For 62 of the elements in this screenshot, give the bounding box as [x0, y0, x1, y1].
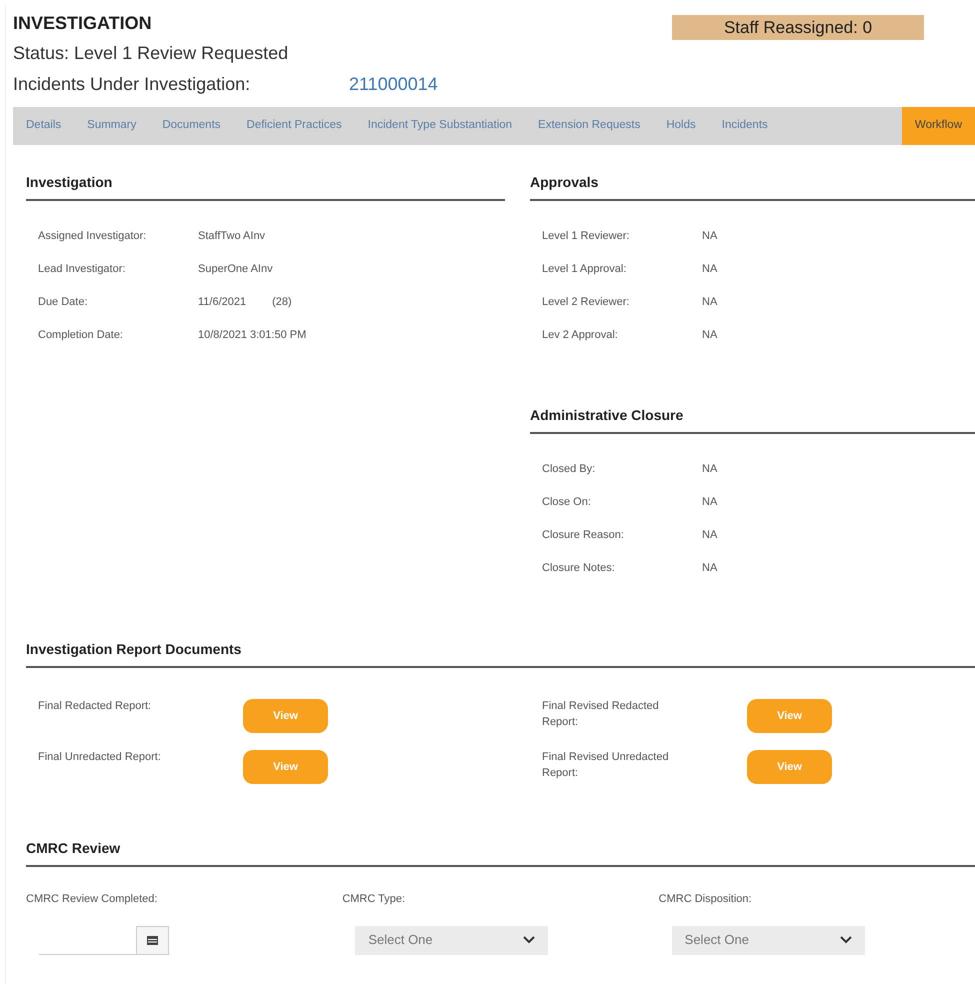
calendar-button[interactable]: [136, 926, 169, 954]
date-field[interactable]: [39, 926, 169, 954]
tab[interactable]: Incident Type Substantiation: [354, 107, 526, 145]
view-button[interactable]: View: [747, 750, 832, 784]
field-label: Completion Date:: [38, 328, 124, 343]
tab[interactable]: Holds: [653, 107, 709, 145]
field-value: StaffTwo AInv: [198, 228, 266, 244]
field-value: NA: [702, 294, 718, 310]
field-value: 11/6/2021: [198, 294, 246, 310]
report-label: Final Redacted Report:: [38, 699, 152, 714]
field-label: Lead Investigator:: [38, 262, 126, 277]
field-label: Level 1 Approval:: [542, 262, 628, 277]
view-button[interactable]: View: [243, 750, 328, 784]
section-title: Approvals: [530, 174, 598, 190]
field-label: Close On:: [542, 494, 592, 510]
field-value: NA: [702, 560, 718, 576]
field-label: Closed By:: [542, 462, 596, 477]
tab[interactable]: Incidents: [708, 107, 781, 145]
section-title: Investigation: [26, 174, 112, 190]
field-value: NA: [702, 494, 718, 510]
view-button[interactable]: View: [747, 699, 832, 733]
status-text: Status: Level 1 Review Requested: [13, 42, 290, 64]
field-value: NA: [702, 228, 718, 244]
page-title: INVESTIGATION: [13, 12, 153, 34]
section-title: Investigation Report Documents: [26, 641, 242, 657]
report-label: Final Revised Redacted Report:: [542, 699, 660, 730]
chevron-down-icon: [523, 936, 536, 944]
tab[interactable]: Summary: [74, 107, 150, 145]
section-title: Administrative Closure: [530, 407, 684, 423]
chevron-down-icon: [840, 936, 852, 944]
report-label: Final Revised Unredacted Report:: [542, 750, 670, 781]
staff-reassigned-badge: Staff Reassigned: 0: [672, 15, 924, 40]
field-label: Closure Reason:: [542, 528, 625, 543]
field-label: CMRC Type:: [342, 892, 406, 907]
field-label: Lev 2 Approval:: [542, 328, 619, 343]
field-value: 10/8/2021 3:01:50 PM: [198, 328, 306, 343]
incidents-label: Incidents Under Investigation:: [13, 73, 252, 95]
view-button[interactable]: View: [243, 699, 328, 733]
field-label: Level 1 Reviewer:: [542, 228, 630, 244]
field-label: Due Date:: [38, 294, 89, 310]
incident-link[interactable]: 211000014: [349, 73, 438, 95]
field-label: CMRC Disposition:: [658, 892, 753, 907]
field-value: SuperOne AInv: [198, 262, 273, 277]
section-title: CMRC Review: [26, 840, 120, 856]
tab[interactable]: Deficient Practices: [234, 107, 355, 145]
tab[interactable]: Extension Requests: [525, 107, 654, 145]
field-value: NA: [702, 328, 718, 343]
field-value: NA: [702, 462, 718, 477]
select-dropdown[interactable]: Select One: [355, 926, 548, 954]
select-dropdown[interactable]: Select One: [672, 926, 865, 954]
field-label: Level 2 Reviewer:: [542, 294, 630, 310]
tab[interactable]: Documents: [149, 107, 234, 145]
field-label: Closure Notes:: [542, 560, 616, 576]
field-label: Assigned Investigator:: [38, 228, 148, 244]
field-value: NA: [702, 262, 718, 277]
report-label: Final Unredacted Report:: [38, 750, 162, 765]
tab[interactable]: Workflow: [902, 107, 975, 145]
calendar-icon: [147, 935, 158, 945]
field-value: NA: [702, 528, 718, 543]
tab[interactable]: Details: [13, 107, 74, 145]
field-value: (28): [272, 294, 292, 310]
field-label: CMRC Review Completed:: [26, 892, 158, 907]
